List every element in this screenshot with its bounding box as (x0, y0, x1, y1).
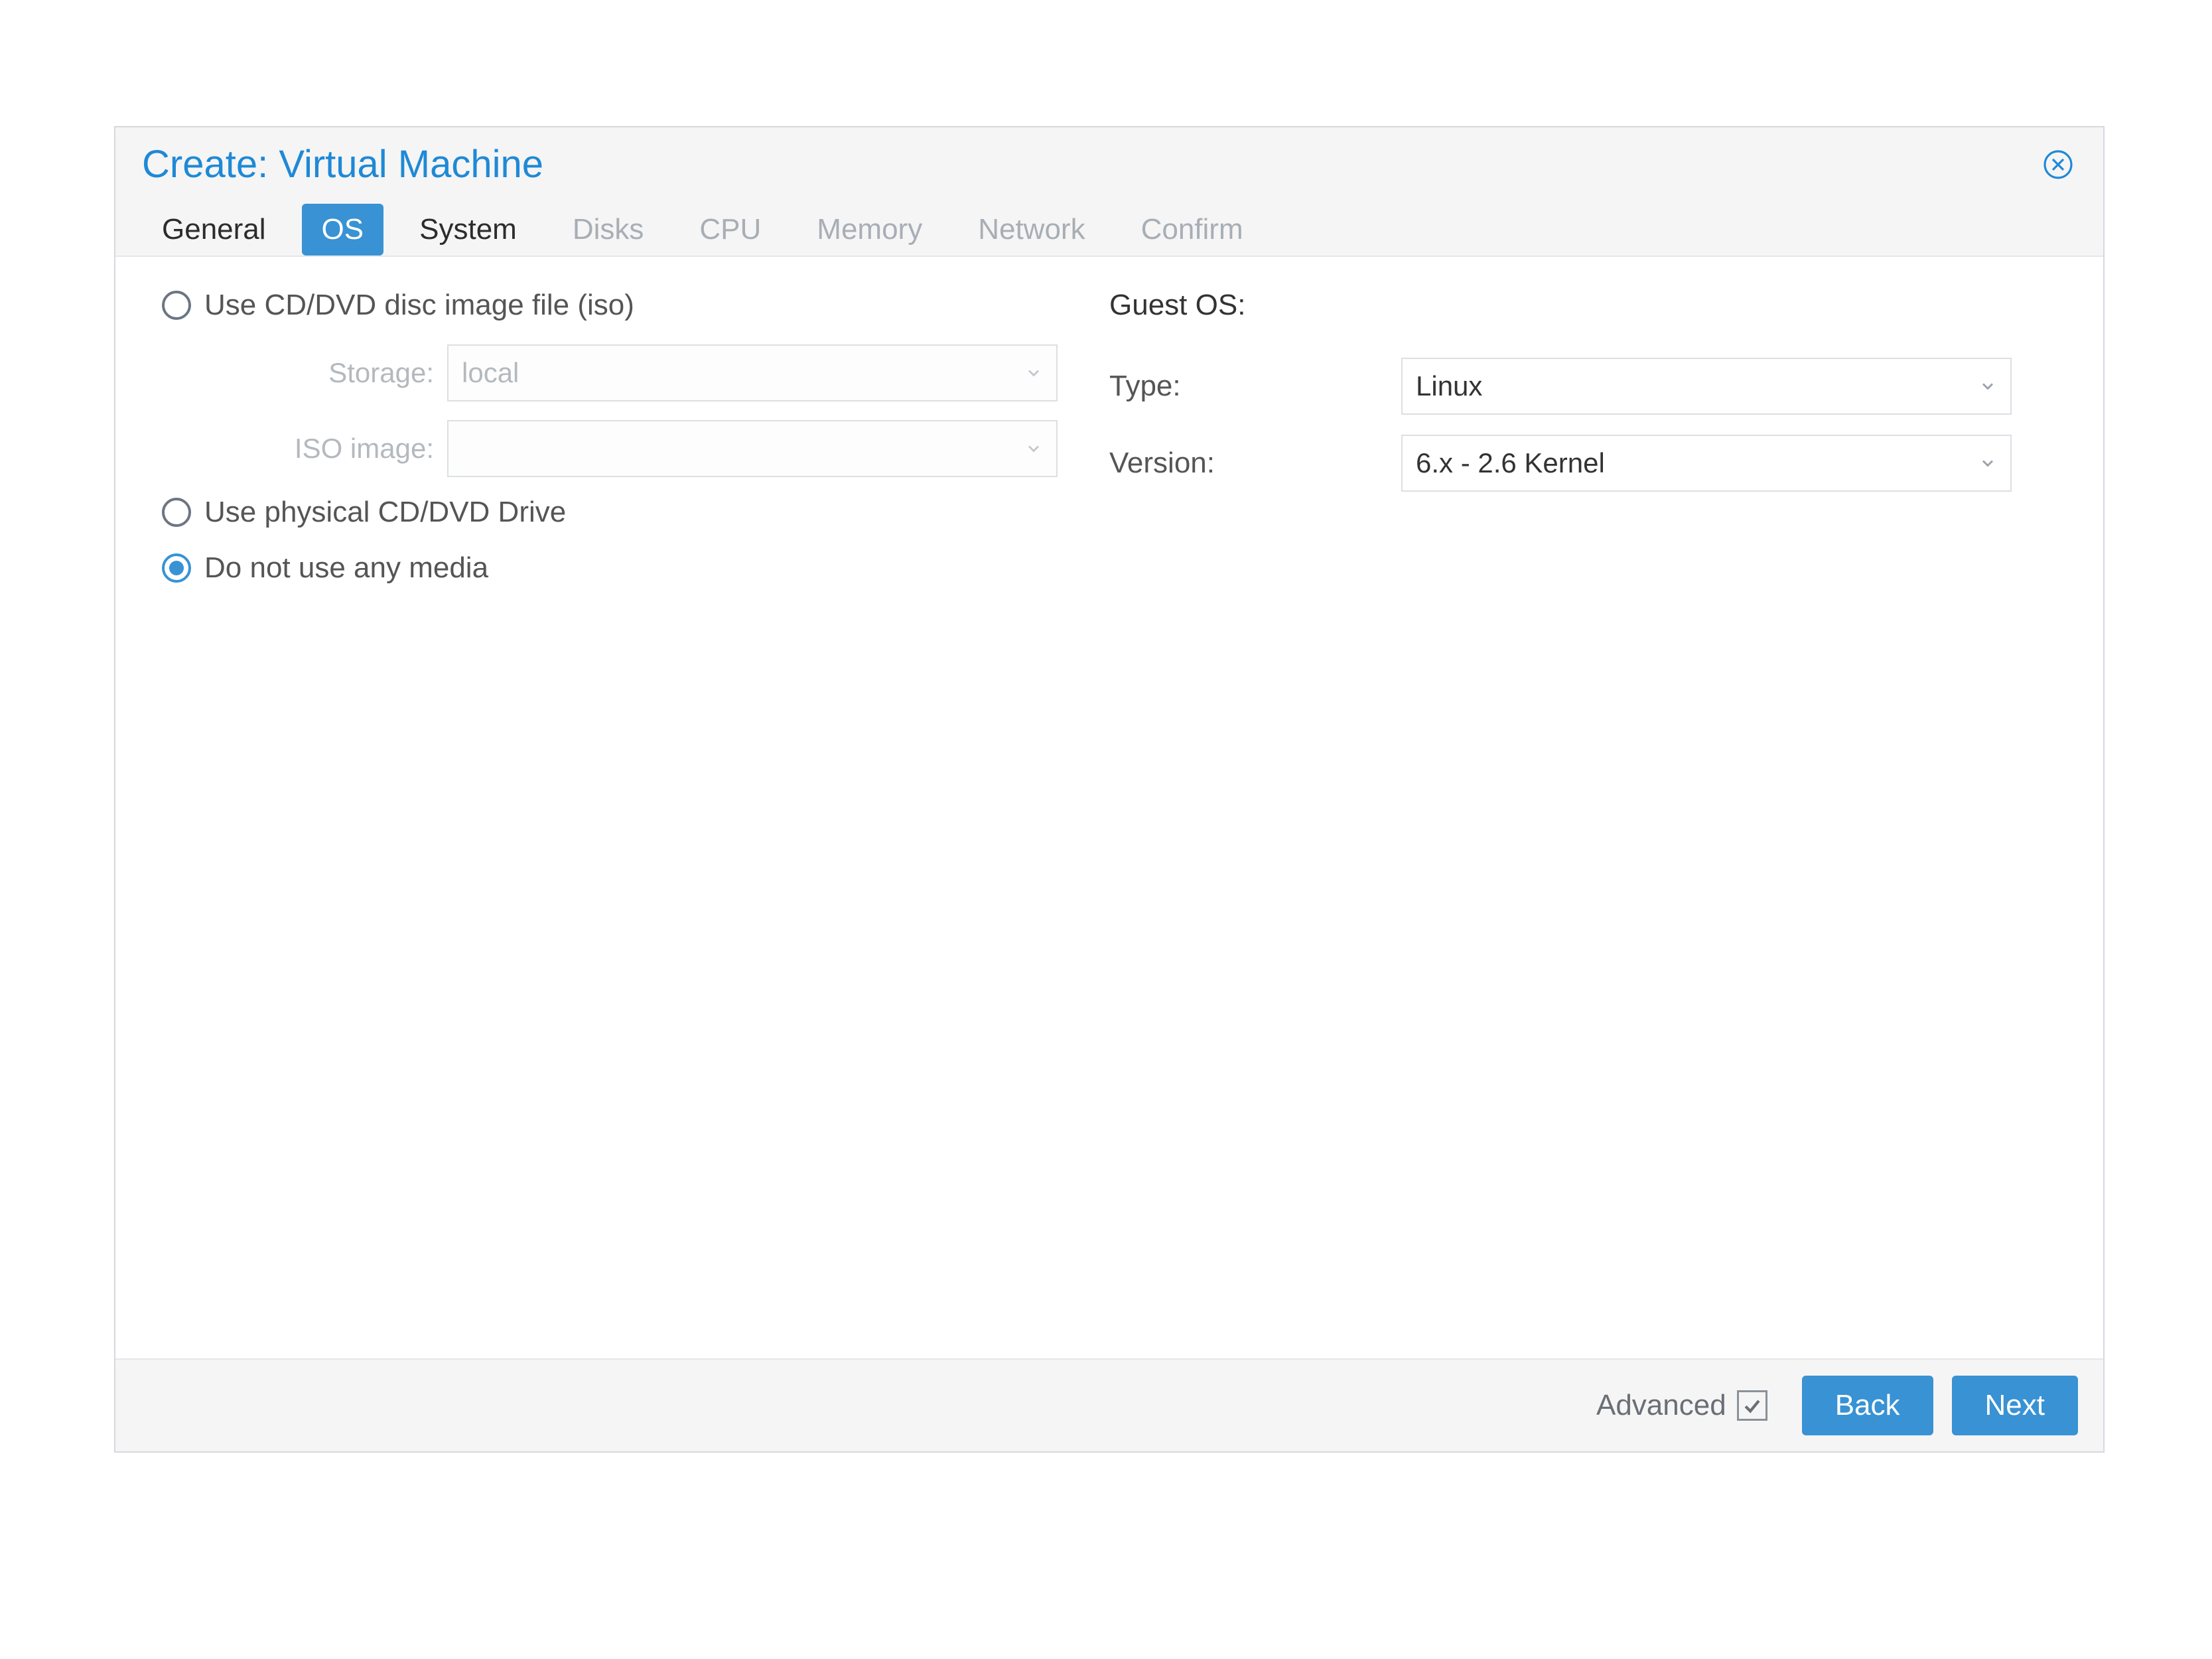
storage-value: local (462, 357, 519, 389)
radio-no-media[interactable]: Do not use any media (162, 551, 1109, 585)
guest-type-row: Type: Linux (1109, 358, 2057, 415)
guest-type-label: Type: (1109, 370, 1401, 403)
guest-version-label: Version: (1109, 447, 1401, 480)
dialog-title: Create: Virtual Machine (142, 142, 543, 186)
create-vm-dialog: Create: Virtual Machine General OS Syste… (114, 126, 2105, 1453)
dialog-footer: Advanced Back Next (115, 1358, 2103, 1451)
wizard-tabs: General OS System Disks CPU Memory Netwo… (115, 198, 2103, 257)
guest-os-column: Guest OS: Type: Linux Version: 6.x - 2.6… (1109, 289, 2057, 1327)
radio-use-iso[interactable]: Use CD/DVD disc image file (iso) (162, 289, 1109, 322)
tab-disks: Disks (553, 204, 664, 255)
chevron-down-icon (1978, 454, 1997, 472)
dialog-header: Create: Virtual Machine (115, 127, 2103, 198)
storage-row: Storage: local (162, 344, 1109, 401)
guest-type-combo[interactable]: Linux (1401, 358, 2012, 415)
chevron-down-icon (1978, 377, 1997, 396)
chevron-down-icon (1024, 439, 1043, 458)
storage-combo: local (447, 344, 1058, 401)
tab-general[interactable]: General (142, 204, 286, 255)
radio-use-iso-label: Use CD/DVD disc image file (iso) (204, 289, 634, 322)
guest-type-value: Linux (1416, 370, 1482, 402)
media-column: Use CD/DVD disc image file (iso) Storage… (162, 289, 1109, 1327)
back-button[interactable]: Back (1802, 1376, 1933, 1435)
dialog-content: Use CD/DVD disc image file (iso) Storage… (115, 257, 2103, 1358)
tab-memory: Memory (797, 204, 942, 255)
close-button[interactable] (2039, 146, 2077, 183)
tab-os[interactable]: OS (302, 204, 384, 255)
radio-use-physical-label: Use physical CD/DVD Drive (204, 496, 566, 529)
advanced-toggle[interactable]: Advanced (1596, 1389, 1767, 1422)
advanced-checkbox[interactable] (1737, 1390, 1767, 1421)
radio-use-physical[interactable]: Use physical CD/DVD Drive (162, 496, 1109, 529)
advanced-label: Advanced (1596, 1389, 1726, 1422)
radio-icon (162, 553, 191, 583)
iso-image-combo (447, 420, 1058, 477)
iso-image-row: ISO image: (162, 420, 1109, 477)
storage-label: Storage: (162, 357, 447, 389)
radio-icon (162, 498, 191, 527)
guest-version-value: 6.x - 2.6 Kernel (1416, 447, 1605, 479)
tab-system[interactable]: System (399, 204, 537, 255)
tab-confirm: Confirm (1121, 204, 1263, 255)
tab-network: Network (958, 204, 1105, 255)
chevron-down-icon (1024, 364, 1043, 382)
guest-os-heading: Guest OS: (1109, 289, 2057, 322)
guest-version-row: Version: 6.x - 2.6 Kernel (1109, 435, 2057, 492)
guest-version-combo[interactable]: 6.x - 2.6 Kernel (1401, 435, 2012, 492)
radio-no-media-label: Do not use any media (204, 551, 488, 585)
tab-cpu: CPU (679, 204, 781, 255)
iso-image-label: ISO image: (162, 433, 447, 465)
radio-icon (162, 291, 191, 320)
check-icon (1741, 1394, 1763, 1417)
close-icon (2042, 149, 2074, 180)
next-button[interactable]: Next (1952, 1376, 2078, 1435)
